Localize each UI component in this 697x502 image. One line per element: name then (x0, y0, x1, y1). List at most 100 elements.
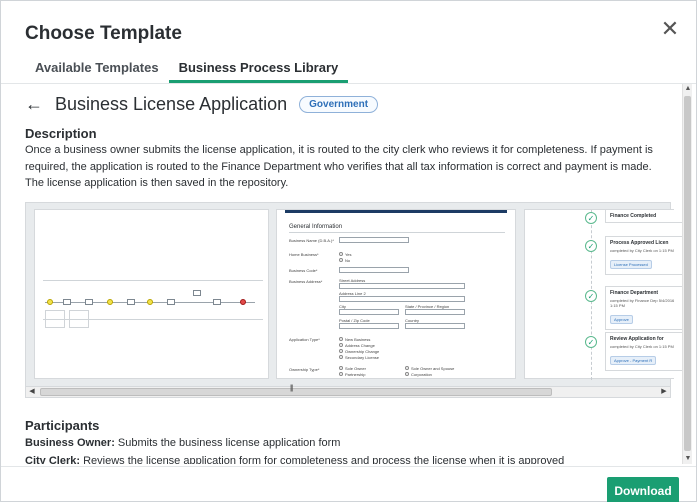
start-event-icon (47, 299, 53, 305)
form-topbar (285, 210, 507, 213)
participant-desc: Reviews the license application form for… (80, 455, 565, 464)
form-section-title: General Information (289, 224, 343, 230)
end-event-icon (240, 299, 246, 305)
participant-role: Business Owner: (25, 437, 115, 449)
option-label: Sole Owner (345, 366, 366, 371)
description-text: Once a business owner submits the licens… (25, 144, 653, 189)
flow-task (127, 299, 135, 305)
address-line2-input (339, 296, 465, 302)
flow-task (213, 299, 221, 305)
preview-history[interactable]: ✓ Finance Completed ✓ Process Approved L… (524, 209, 682, 380)
field-label: Ownership Type* (289, 367, 320, 372)
field-label: Home Business* (289, 252, 319, 257)
scrollbar-thumb[interactable] (684, 96, 691, 451)
template-title: Business License Application (55, 94, 288, 114)
scrollbar-thumb[interactable] (40, 388, 552, 396)
field-label: Application Type* (289, 337, 320, 342)
flow-task (193, 290, 201, 296)
option-label: Yes (345, 252, 352, 257)
download-button[interactable]: Download (607, 477, 679, 502)
step-tag: License Processed (610, 260, 652, 269)
radio-option (339, 343, 343, 347)
street-address-input (339, 283, 465, 289)
option-label: Ownership Change (345, 349, 380, 354)
tab-available-templates[interactable]: Available Templates (25, 57, 169, 83)
option-label: New Business (345, 337, 371, 342)
diagram-annotation (69, 310, 89, 328)
category-badge: Government (299, 96, 379, 113)
business-name-input (339, 237, 409, 243)
step-meta: completed by City Clerk on 1:15 PM (610, 344, 674, 349)
scrollbar-grip: ||| (290, 385, 294, 392)
step-title: Process Approved Licen (610, 240, 669, 246)
step-card: Finance Department completed by Finance … (605, 286, 682, 330)
step-card: Review Application for completed by City… (605, 332, 682, 371)
step-title: Review Application for (610, 336, 664, 342)
participants-heading: Participants (25, 418, 100, 433)
gallery-horizontal-scrollbar[interactable]: ◀ ||| ▶ (25, 385, 671, 398)
option-label: Address Change (345, 343, 375, 348)
gateway-icon (147, 299, 153, 305)
field-label: Business Name (D.B.A.)* (289, 238, 334, 243)
postal-input (339, 323, 399, 329)
check-icon: ✓ (585, 212, 597, 224)
state-input (405, 309, 465, 315)
step-meta: completed by Finance Dep 5/4/2016 1:15 P… (610, 298, 675, 308)
participant-item: City Clerk: Reviews the license applicat… (25, 455, 564, 464)
step-card: Process Approved Licen completed by City… (605, 236, 682, 275)
dialog-title: Choose Template (25, 23, 182, 44)
gateway-icon (107, 299, 113, 305)
close-icon[interactable]: ✕ (658, 17, 682, 41)
form-divider (289, 232, 505, 233)
business-code-input (339, 267, 409, 273)
participant-item: Business Owner: Submits the business lic… (25, 437, 340, 449)
content-vertical-scrollbar[interactable]: ▲ ▼ (682, 84, 692, 464)
radio-no (339, 258, 343, 262)
preview-gallery[interactable]: General Information Business Name (D.B.A… (25, 202, 682, 388)
scroll-up-icon[interactable]: ▲ (683, 84, 693, 94)
city-input (339, 309, 399, 315)
template-detail-panel: ← Business License Application Governmen… (1, 84, 682, 464)
participant-role: City Clerk: (25, 455, 81, 464)
field-label: Business Address* (289, 279, 323, 284)
preview-process-diagram[interactable] (34, 209, 269, 379)
field-label: Business Code* (289, 268, 318, 273)
scroll-right-icon[interactable]: ▶ (658, 387, 670, 397)
radio-option (339, 349, 343, 353)
option-label: Sole Owner and Spouse (411, 366, 455, 371)
step-tag: Approve (610, 315, 633, 324)
radio-option (339, 337, 343, 341)
flow-task (167, 299, 175, 305)
step-card: Finance Completed (605, 210, 682, 223)
scroll-left-icon[interactable]: ◀ (26, 387, 38, 397)
check-icon: ✓ (585, 290, 597, 302)
flow-task (85, 299, 93, 305)
step-title: Finance Department (610, 290, 659, 296)
option-label: Secondary License (345, 355, 380, 360)
option-label: No (345, 258, 351, 263)
participant-desc: Submits the business license application… (114, 437, 341, 449)
radio-yes (339, 252, 343, 256)
step-title: Finance Completed (610, 213, 657, 219)
option-label: Partnership (345, 372, 366, 377)
step-meta: completed by City Clerk on 1:15 PM (610, 248, 674, 253)
back-arrow-icon[interactable]: ← (25, 94, 47, 115)
radio-option (405, 372, 409, 376)
check-icon: ✓ (585, 336, 597, 348)
preview-form[interactable]: General Information Business Name (D.B.A… (276, 209, 516, 379)
radio-option (405, 366, 409, 370)
radio-option (339, 372, 343, 376)
tab-business-process-library[interactable]: Business Process Library (168, 57, 349, 83)
choose-template-dialog: Choose Template ✕ Available Templates Bu… (0, 0, 697, 502)
step-tag: Approve - Payment R (610, 356, 657, 365)
tab-bar: Available Templates Business Process Lib… (25, 57, 349, 83)
option-label: Corporation (411, 372, 432, 377)
description-heading: Description (25, 126, 97, 141)
country-input (405, 323, 465, 329)
flow-task (63, 299, 71, 305)
check-icon: ✓ (585, 240, 597, 252)
diagram-annotation (45, 310, 65, 328)
scroll-down-icon[interactable]: ▼ (683, 454, 693, 464)
template-header: ← Business License Application Governmen… (25, 94, 379, 115)
radio-option (339, 355, 343, 359)
